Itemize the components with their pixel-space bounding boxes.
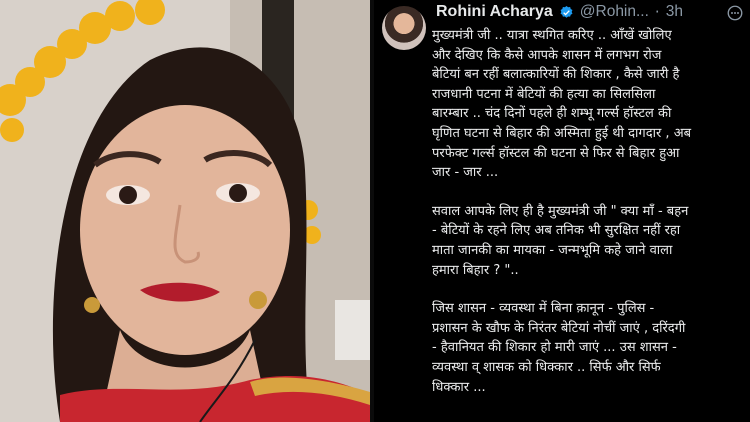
tweet-line: जार - जार ... xyxy=(432,165,499,181)
tweet-text: मुख्यमंत्री जी .. यात्रा स्थगित करिए .. … xyxy=(432,26,744,416)
verified-badge-icon xyxy=(559,5,574,20)
tweet-line: परफेक्ट गर्ल्स हॉस्टल की घटना से फिर से … xyxy=(432,145,680,161)
tweet-line: धिक्कार ... xyxy=(432,379,486,395)
tweet-line: और देखिए कि कैसे आपके शासन में लगभग रोज xyxy=(432,47,662,63)
tweet-line: हमारा बिहार ? ".. xyxy=(432,262,519,278)
tweet-line: - हैवानियत की शिकार हो मारी जाएं ... उस … xyxy=(432,340,677,356)
tweet-line: घृणित घटना से बिहार की अस्मिता हुई थी दा… xyxy=(432,125,692,141)
tweet-line: व्यवस्था व् शासक को धिक्कार .. सिर्फ और … xyxy=(432,359,661,375)
tweet-paragraph: मुख्यमंत्री जी .. यात्रा स्थगित करिए .. … xyxy=(432,26,744,183)
author-handle[interactable]: @Rohin... xyxy=(580,3,649,21)
photo-illustration xyxy=(0,0,370,422)
author-name[interactable]: Rohini Acharya xyxy=(436,3,553,21)
avatar[interactable] xyxy=(382,6,426,50)
tweet-paragraph: सवाल आपके लिए ही है मुख्यमंत्री जी " क्य… xyxy=(432,202,744,280)
tweet-card: Rohini Acharya @Rohin... · 3h मुख्यमंत्र… xyxy=(374,0,750,422)
tweet-line: सवाल आपके लिए ही है मुख्यमंत्री जी " क्य… xyxy=(432,203,689,219)
profile-photo xyxy=(0,0,370,422)
tweet-timestamp[interactable]: 3h xyxy=(666,3,683,21)
header-separator: · xyxy=(654,3,660,21)
tweet-line: माता जानकी का मायका - जन्मभूमि कहे जाने … xyxy=(432,242,673,258)
tweet-line: बेटियां बन रहीं बलात्कारियों की शिकार , … xyxy=(432,67,680,83)
tweet-line: - बेटियों के रहने लिए अब तनिक भी सुरक्षि… xyxy=(432,223,681,239)
more-options-icon[interactable] xyxy=(726,4,744,22)
tweet-line: राजधानी पटना में बेटियों की हत्या का सिल… xyxy=(432,86,656,102)
tweet-header: Rohini Acharya @Rohin... · 3h xyxy=(436,1,683,23)
tweet-line: मुख्यमंत्री जी .. यात्रा स्थगित करिए .. … xyxy=(432,28,672,43)
tweet-line: जिस शासन - व्यवस्था में बिना क़ानून - पु… xyxy=(432,301,655,317)
tweet-paragraph: जिस शासन - व्यवस्था में बिना क़ानून - पु… xyxy=(432,299,744,397)
tweet-line: बारम्बार .. चंद दिनों पहले ही शम्भू गर्ल… xyxy=(432,106,672,122)
tweet-line: प्रशासन के खौफ के निरंतर बेटियां नोचीं ज… xyxy=(432,320,686,336)
screenshot-frame: Rohini Acharya @Rohin... · 3h मुख्यमंत्र… xyxy=(0,0,750,422)
